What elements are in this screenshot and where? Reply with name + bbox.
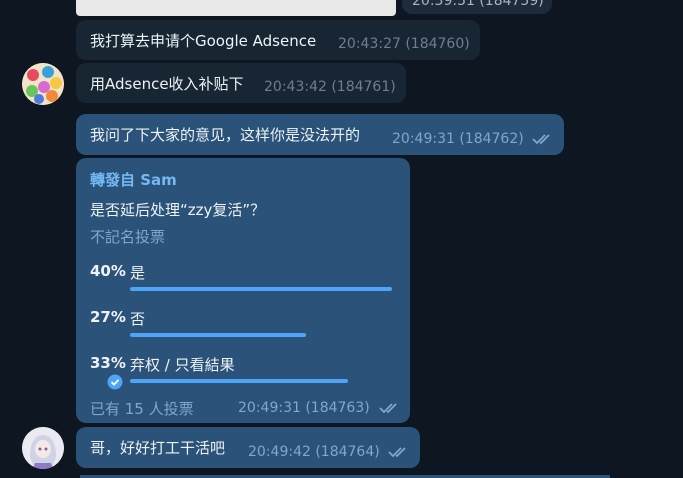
message-time: 20:49:31 (184762): [392, 131, 524, 147]
sender-avatar[interactable]: [22, 63, 64, 105]
poll-message-bubble[interactable]: 轉發自 Sam 是否延后处理“zzy复活”？ 不記名投票 40% 是 27% 否…: [76, 158, 410, 423]
message-time: 20:49:31 (184763): [238, 400, 370, 416]
message-time: 20:43:42 (184761): [264, 79, 396, 95]
poll-question: 是否延后处理“zzy复活”？: [90, 201, 266, 219]
sender-avatar[interactable]: [22, 427, 64, 469]
message-time: 20:49:42 (184764): [248, 444, 380, 460]
message-bubble-184762[interactable]: 我问了下大家的意见，这样你是没法开的 20:49:31 (184762): [76, 114, 564, 155]
image-message-partial[interactable]: [76, 0, 396, 16]
read-checkmarks-icon: [388, 447, 406, 458]
forwarded-from-label[interactable]: 轉發自 Sam: [90, 169, 177, 190]
timestamp-chip: 20:39:51 (184759): [402, 0, 552, 14]
poll-option-percent: 40%: [90, 262, 126, 280]
poll-option-label: 是: [130, 264, 146, 282]
poll-total-votes: 已有 15 人投票: [90, 400, 194, 418]
message-bubble-184761[interactable]: 用Adsence收入补贴下 20:43:42 (184761): [76, 63, 406, 103]
poll-option-bar: [130, 379, 348, 383]
poll-option-bar: [130, 287, 392, 291]
read-checkmarks-icon: [532, 134, 550, 145]
read-checkmarks-icon: [379, 403, 397, 414]
message-text: 我打算去申请个Google Adsence: [90, 32, 317, 50]
message-time: 20:39:51 (184759): [412, 0, 544, 9]
poll-option-percent: 33%: [90, 354, 126, 372]
message-bubble-184764[interactable]: 哥，好好打工干活吧 20:49:42 (184764): [76, 427, 420, 468]
message-time: 20:43:27 (184760): [338, 36, 470, 52]
poll-option-percent: 27%: [90, 308, 126, 326]
voted-check-icon: [107, 374, 123, 390]
message-text: 我问了下大家的意见，这样你是没法开的: [90, 126, 361, 144]
poll-option-bar: [130, 333, 306, 337]
poll-type-label: 不記名投票: [90, 228, 166, 246]
message-text: 哥，好好打工干活吧: [90, 439, 226, 457]
message-bubble-184760[interactable]: 我打算去申请个Google Adsence 20:43:27 (184760): [76, 20, 480, 60]
poll-option-label: 否: [130, 310, 146, 328]
message-text: 用Adsence收入补贴下: [90, 75, 244, 93]
poll-option-label: 弃权 / 只看結果: [130, 356, 235, 374]
